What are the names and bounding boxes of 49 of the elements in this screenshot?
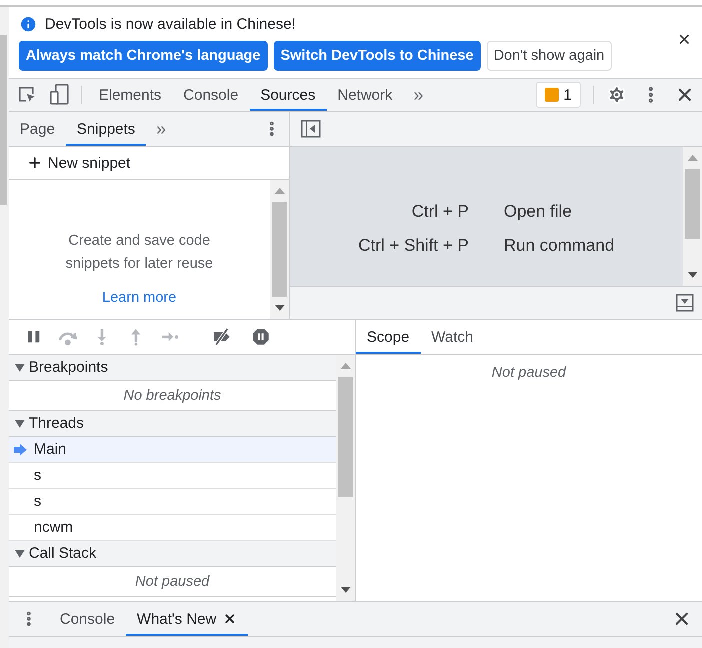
plus-icon (27, 155, 43, 171)
scroll-down-arrow[interactable] (340, 587, 350, 593)
scope-message: Not paused (490, 364, 568, 381)
info-icon (19, 15, 38, 34)
sidebar-tab[interactable]: Scope (356, 320, 421, 354)
shortcut-action: Run command (504, 236, 616, 256)
primary-button[interactable]: Switch DevTools to Chinese (274, 41, 481, 71)
scroll-down-arrow[interactable] (688, 272, 698, 278)
dismiss-button[interactable]: Don't show again (486, 41, 612, 71)
section-header[interactable]: Threads (9, 411, 336, 437)
more-tabs-button[interactable]: » (146, 112, 176, 146)
close-icon[interactable] (677, 32, 692, 47)
close-tab-icon[interactable] (222, 612, 237, 626)
primary-button[interactable]: Always match Chrome's language (19, 41, 268, 71)
deactivate-breakpoints-icon (213, 328, 231, 346)
device-toolbar-icon[interactable] (50, 84, 70, 106)
scrollbar-thumb[interactable] (685, 169, 700, 239)
thread-row[interactable]: Main (9, 437, 336, 463)
navigator-tab[interactable]: Snippets (66, 112, 146, 146)
sidebar-tab[interactable]: Watch (420, 320, 484, 354)
infobar-message: DevTools is now available in Chinese! (45, 16, 296, 33)
new-snippet-label: New snippet (48, 154, 131, 172)
new-snippet-button[interactable]: New snippet (9, 147, 289, 180)
panel-tab[interactable]: Network (326, 79, 404, 111)
toggle-navigator-icon[interactable] (301, 120, 321, 138)
section-header[interactable]: Call Stack (9, 541, 336, 567)
scrollbar-thumb[interactable] (338, 377, 353, 497)
drawer-tab[interactable]: What's New (126, 602, 248, 636)
empty-section-message: Not paused (9, 567, 336, 597)
empty-snippets-message: Create and save code snippets for later reuse (64, 232, 214, 274)
toggle-debugger-icon[interactable] (676, 294, 694, 312)
issue-icon (544, 88, 559, 102)
learn-more-link[interactable]: Learn more (102, 290, 177, 306)
more-tabs-button[interactable]: » (404, 79, 434, 111)
pause-on-exceptions-icon (252, 328, 270, 346)
section-header[interactable]: Breakpoints (9, 355, 336, 381)
panel-tab[interactable]: Elements (88, 79, 173, 111)
shortcut-keys: Ctrl + Shift + P (290, 236, 469, 256)
current-thread-icon (14, 444, 27, 456)
page-scrollbar-thumb[interactable] (0, 35, 7, 205)
issues-button[interactable]: 1 (536, 82, 581, 108)
drawer-tab[interactable]: Console (49, 602, 126, 636)
panel-tab[interactable]: Console (172, 79, 250, 111)
shortcut-keys: Ctrl + P (290, 202, 469, 222)
inspect-element-icon[interactable] (17, 85, 37, 105)
settings-icon[interactable] (607, 85, 627, 105)
scrollbar-thumb[interactable] (272, 202, 287, 297)
navigator-tab[interactable]: Page (9, 112, 66, 146)
shortcut-action: Open file (504, 202, 574, 222)
